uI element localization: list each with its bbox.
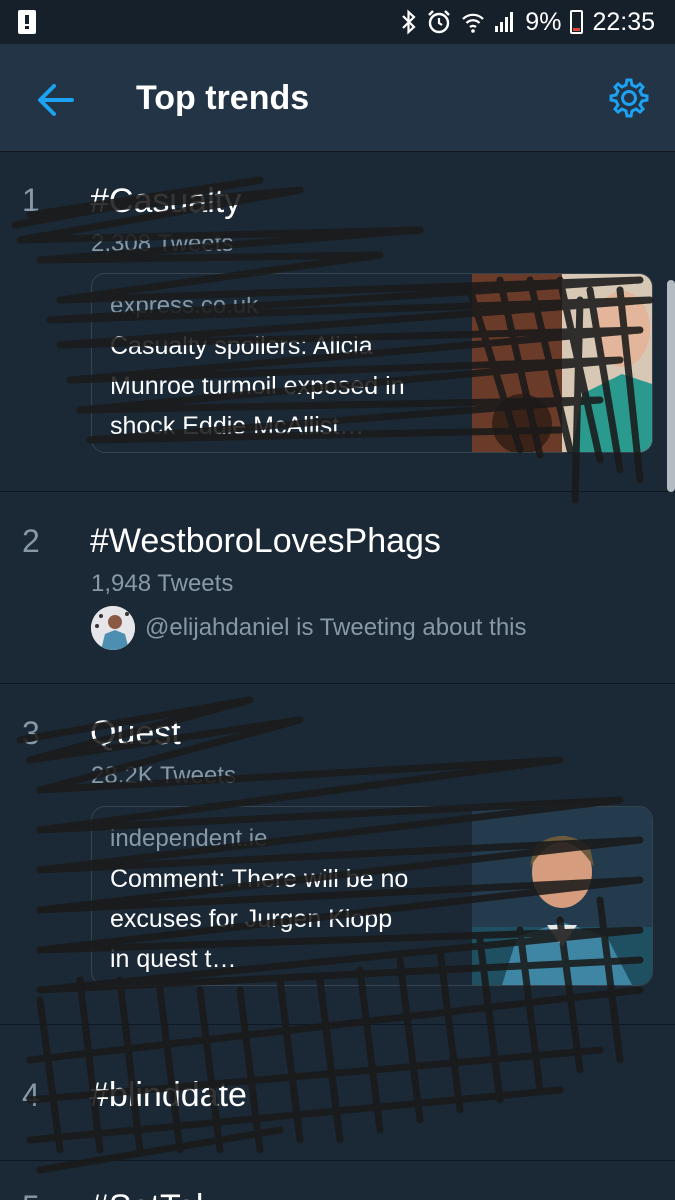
- trend-item[interactable]: 1 #Casualty 2,308 Tweets express.co.uk C…: [0, 152, 675, 492]
- trend-item[interactable]: 5 #SatTak: [0, 1161, 675, 1200]
- trend-rank: 3: [22, 715, 40, 751]
- news-card[interactable]: express.co.uk Casualty spoilers: Alicia …: [91, 273, 653, 453]
- trend-rank: 5: [22, 1189, 40, 1200]
- trend-item[interactable]: 4 #blinddate: [0, 1025, 675, 1161]
- clock: 22:35: [592, 7, 655, 36]
- tweeting-about: @elijahdaniel is Tweeting about this: [91, 606, 527, 650]
- trend-name: #Casualty: [90, 182, 242, 220]
- battery-icon: [570, 10, 584, 34]
- trend-name: #WestboroLovesPhags: [90, 522, 441, 560]
- alert-icon: [18, 10, 36, 34]
- avatar: [91, 606, 135, 650]
- tweet-count: 1,948 Tweets: [91, 570, 234, 597]
- signal-icon: [495, 12, 514, 32]
- card-domain: express.co.uk: [110, 292, 259, 319]
- card-headline: Casualty spoilers: Alicia Munroe turmoil…: [110, 332, 405, 440]
- scrollbar[interactable]: [667, 280, 675, 492]
- tweeting-about-text: @elijahdaniel is Tweeting about this: [145, 614, 527, 641]
- card-thumbnail: [472, 807, 652, 985]
- trend-item[interactable]: 3 Quest 28.2K Tweets independent.ie Comm…: [0, 684, 675, 1025]
- trend-name: #blinddate: [90, 1076, 247, 1114]
- card-domain: independent.ie: [110, 825, 268, 852]
- trend-name: #SatTak: [90, 1188, 213, 1200]
- card-thumbnail: [472, 274, 652, 452]
- status-bar: 9% 22:35: [0, 0, 675, 44]
- page-title: Top trends: [136, 79, 310, 117]
- trend-name: Quest: [90, 714, 181, 752]
- bluetooth-icon: [402, 9, 416, 35]
- app-header: Top trends: [0, 44, 675, 152]
- tweet-count: 28.2K Tweets: [91, 762, 236, 789]
- card-text: express.co.uk Casualty spoilers: Alicia …: [110, 290, 460, 446]
- trend-item[interactable]: 2 #WestboroLovesPhags 1,948 Tweets @elij…: [0, 492, 675, 684]
- back-button[interactable]: [34, 78, 78, 122]
- alarm-icon: [428, 10, 451, 34]
- settings-button[interactable]: [605, 74, 653, 122]
- trend-rank: 1: [22, 182, 40, 218]
- trend-rank: 4: [22, 1077, 40, 1113]
- arrow-left-icon: [38, 84, 74, 116]
- battery-percent: 9%: [525, 7, 562, 36]
- status-icons: 9% 22:35: [401, 0, 655, 44]
- card-headline: Comment: There will be no excuses for Ju…: [110, 865, 409, 973]
- trend-rank: 2: [22, 523, 40, 559]
- gear-icon: [609, 78, 649, 118]
- tweet-count: 2,308 Tweets: [91, 230, 234, 257]
- card-text: independent.ie Comment: There will be no…: [110, 823, 460, 979]
- wifi-icon: [462, 13, 485, 33]
- news-card[interactable]: independent.ie Comment: There will be no…: [91, 806, 653, 986]
